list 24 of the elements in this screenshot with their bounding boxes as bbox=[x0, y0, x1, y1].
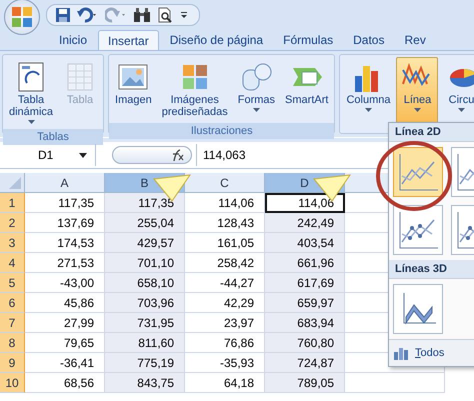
table-cell: 811,60 bbox=[105, 333, 185, 353]
table-cell: 843,75 bbox=[105, 373, 185, 393]
table-cell: 617,69 bbox=[265, 273, 345, 293]
table-cell: 683,94 bbox=[265, 313, 345, 333]
table-cell: 724,87 bbox=[265, 353, 345, 373]
table-cell: 701,10 bbox=[105, 253, 185, 273]
gallery-section-title: Líneas 3D bbox=[389, 260, 474, 279]
table-cell: 661,96 bbox=[265, 253, 345, 273]
table-cell: 658,10 bbox=[105, 273, 185, 293]
group-title: Ilustraciones bbox=[109, 123, 334, 139]
table-cell: 255,04 bbox=[105, 213, 185, 233]
table-cell: 242,49 bbox=[265, 213, 345, 233]
table-cell: 775,19 bbox=[105, 353, 185, 373]
table-cell: 659,97 bbox=[265, 293, 345, 313]
table-cell: 429,57 bbox=[105, 233, 185, 253]
table-cell: 789,05 bbox=[265, 373, 345, 393]
table-cell: 114,06 bbox=[265, 193, 345, 213]
table-cell: 403,54 bbox=[265, 233, 345, 253]
table-cell: 760,80 bbox=[265, 333, 345, 353]
table-cell: 117,35 bbox=[105, 193, 185, 213]
table-cell: 703,96 bbox=[105, 293, 185, 313]
group-title: Tablas bbox=[3, 129, 104, 145]
table-cell: 731,95 bbox=[105, 313, 185, 333]
gallery-section-title: Línea 2D bbox=[389, 123, 474, 142]
